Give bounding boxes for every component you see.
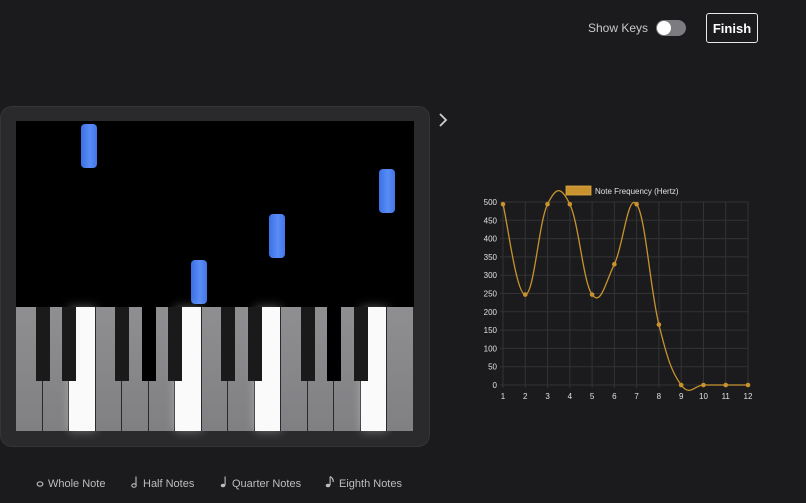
y-tick-label: 450 — [484, 216, 498, 225]
y-tick-label: 150 — [484, 326, 498, 335]
toggle-knob — [657, 21, 671, 35]
legend-swatch — [565, 185, 592, 196]
x-tick-label: 1 — [501, 392, 506, 401]
note-legend: Whole Note Half Notes Quarter Notes Eigh… — [0, 468, 806, 498]
piano-black-key[interactable] — [353, 307, 368, 381]
piano-black-key[interactable] — [327, 307, 342, 381]
legend-item-whole: Whole Note — [36, 476, 105, 491]
legend-label: Note Frequency (Hertz) — [595, 187, 679, 196]
x-tick-label: 10 — [699, 392, 708, 401]
show-keys-label: Show Keys — [587, 21, 648, 35]
piano-black-key[interactable] — [300, 307, 315, 381]
legend-item-half: Half Notes — [131, 476, 194, 491]
data-point — [745, 382, 751, 388]
show-keys-control: Show Keys — [588, 20, 686, 36]
data-point — [701, 382, 706, 388]
y-tick-label: 0 — [493, 381, 498, 390]
piano-black-key[interactable] — [35, 307, 50, 381]
x-tick-label: 9 — [679, 392, 684, 401]
x-tick-label: 11 — [722, 392, 731, 401]
falling-note — [269, 214, 285, 258]
y-tick-label: 200 — [484, 308, 498, 317]
x-tick-label: 12 — [744, 392, 753, 401]
legend-item-eighth: Eighth Notes — [325, 475, 402, 491]
x-tick-label: 2 — [523, 392, 528, 401]
piano-black-key[interactable] — [141, 307, 156, 381]
piano-black-key[interactable] — [168, 307, 183, 381]
y-tick-label: 300 — [484, 271, 498, 280]
legend-label: Quarter Notes — [232, 477, 302, 490]
whole-note-icon — [36, 476, 44, 491]
y-tick-label: 350 — [484, 253, 498, 262]
y-tick-label: 400 — [484, 235, 498, 244]
x-tick-label: 5 — [590, 392, 595, 401]
legend-label: Eighth Notes — [339, 477, 402, 490]
data-point — [656, 322, 662, 327]
falling-note — [191, 260, 207, 304]
x-tick-label: 4 — [568, 392, 573, 401]
y-tick-label: 50 — [488, 363, 497, 372]
data-point — [567, 201, 573, 207]
data-point — [723, 382, 729, 388]
data-point — [634, 201, 639, 207]
falling-note — [379, 169, 395, 213]
piano-white-key[interactable] — [387, 307, 414, 431]
piano-panel — [0, 106, 430, 447]
piano-black-key[interactable] — [221, 307, 236, 381]
chevron-right-icon[interactable] — [438, 113, 448, 132]
x-tick-label: 7 — [634, 392, 639, 401]
piano-black-key[interactable] — [247, 307, 262, 381]
x-tick-label: 3 — [545, 392, 550, 401]
falling-note — [81, 124, 97, 168]
y-tick-label: 250 — [484, 290, 498, 299]
note-frequency-chart: 0501001502002503003504004505001 2 3 4 5 6 7 8 9 1… — [484, 185, 753, 401]
data-point — [545, 201, 550, 207]
piano-black-key[interactable] — [115, 307, 130, 381]
half-note-icon — [131, 476, 139, 491]
legend-label: Whole Note — [48, 477, 106, 490]
data-point — [500, 201, 506, 207]
data-point — [589, 292, 595, 297]
quarter-note-icon — [220, 476, 228, 491]
legend-item-quarter: Quarter Notes — [220, 476, 301, 491]
falling-notes-display — [16, 121, 414, 307]
y-tick-label: 100 — [484, 344, 498, 353]
data-point — [612, 261, 617, 267]
piano-black-key[interactable] — [62, 307, 77, 381]
show-keys-toggle[interactable] — [656, 20, 686, 36]
finish-button[interactable]: Finish — [706, 13, 758, 43]
eighth-note-icon — [325, 475, 335, 491]
y-tick-label: 500 — [484, 198, 498, 207]
legend-label: Half Notes — [143, 477, 195, 490]
top-controls: Show Keys Finish — [588, 13, 758, 43]
piano-keyboard — [16, 307, 414, 431]
data-point — [678, 382, 684, 388]
data-point — [522, 292, 528, 297]
x-tick-label: 8 — [657, 392, 662, 401]
x-tick-label: 6 — [612, 392, 617, 401]
